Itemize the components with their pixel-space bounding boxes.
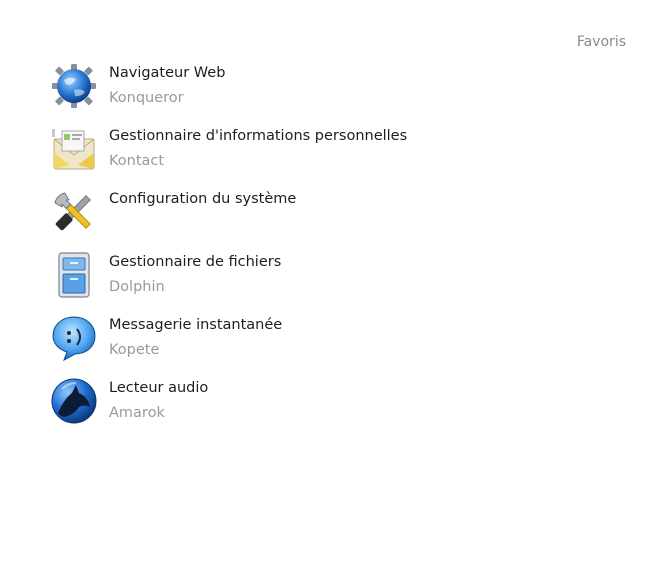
favorites-list: Navigateur Web Konqueror Gestionnaire d'… (50, 60, 610, 438)
favorites-section-header: Favoris (576, 34, 626, 50)
favorite-item-instant-messenger[interactable]: Messagerie instantanée Kopete (50, 312, 610, 375)
favorite-title: Gestionnaire de fichiers (109, 254, 282, 270)
favorite-item-personal-info-manager[interactable]: Gestionnaire d'informations personnelles… (50, 123, 610, 186)
favorite-title: Configuration du système (109, 191, 297, 207)
audio-player-icon (50, 377, 98, 425)
favorite-subtitle: Amarok (109, 405, 165, 421)
favorite-item-system-settings[interactable]: Configuration du système (50, 186, 610, 249)
favorite-subtitle: Konqueror (109, 90, 184, 106)
file-manager-icon (50, 251, 98, 299)
favorite-subtitle: Kontact (109, 153, 165, 169)
favorite-item-web-browser[interactable]: Navigateur Web Konqueror (50, 60, 610, 123)
favorite-item-file-manager[interactable]: Gestionnaire de fichiers Dolphin (50, 249, 610, 312)
application-launcher-panel: Favoris Navigateur Web Konqueror Gestion… (0, 0, 650, 564)
instant-messenger-icon (50, 314, 98, 362)
favorite-subtitle: Dolphin (109, 279, 165, 295)
personal-info-manager-icon (50, 125, 98, 173)
favorite-subtitle: Kopete (109, 342, 160, 358)
favorite-title: Messagerie instantanée (109, 317, 283, 333)
favorite-item-audio-player[interactable]: Lecteur audio Amarok (50, 375, 610, 438)
system-settings-icon (50, 188, 98, 236)
web-browser-icon (50, 62, 98, 110)
favorite-title: Gestionnaire d'informations personnelles (109, 128, 408, 144)
favorite-title: Lecteur audio (109, 380, 209, 396)
favorite-title: Navigateur Web (109, 65, 226, 81)
